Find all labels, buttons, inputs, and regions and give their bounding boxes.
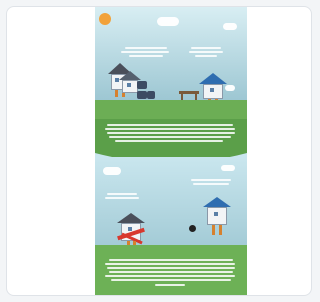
house-icon <box>199 73 227 105</box>
infographic-thumbnail[interactable] <box>95 7 247 295</box>
cloud-icon <box>225 85 235 91</box>
cloud-icon <box>103 167 121 175</box>
kettlebell-icon <box>189 225 196 232</box>
logo <box>99 13 141 27</box>
logo-mark-icon <box>99 13 111 25</box>
barrel-icon <box>137 91 147 99</box>
barrel-icon <box>137 81 147 89</box>
barrel-icon <box>147 91 155 99</box>
house-icon <box>117 213 145 249</box>
cloud-icon <box>223 23 237 30</box>
cloud-icon <box>157 17 179 26</box>
house-icon <box>203 197 231 237</box>
cloud-icon <box>221 165 235 171</box>
preview-card[interactable] <box>6 6 312 296</box>
